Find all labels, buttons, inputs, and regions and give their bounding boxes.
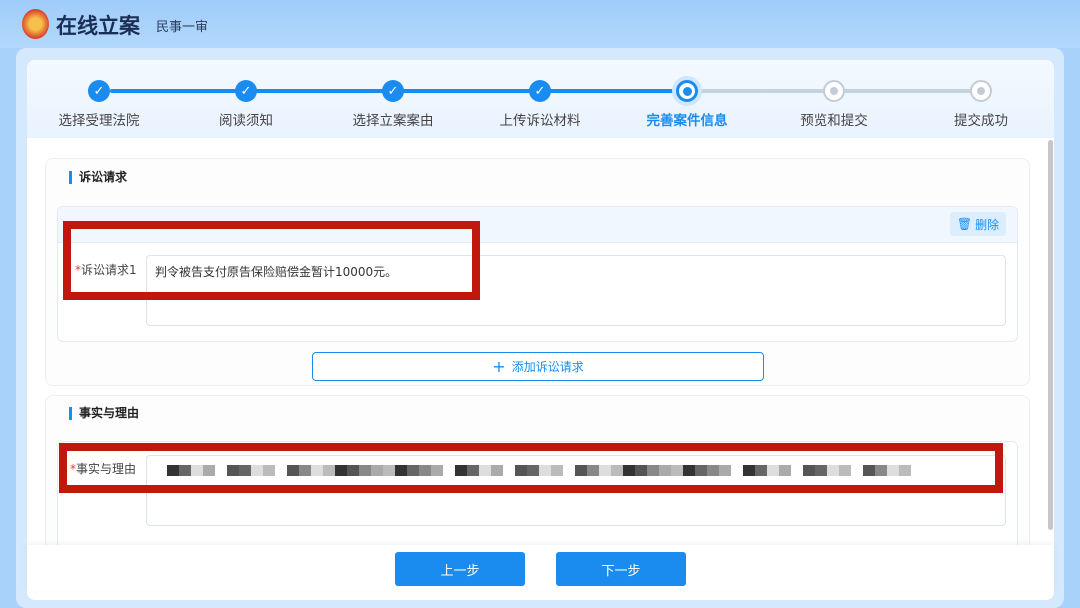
- facts-section-title: 事实与理由: [69, 407, 139, 420]
- annotation-box-claim: [63, 221, 480, 300]
- step-dot-icon: [676, 80, 698, 102]
- check-icon: ✓: [88, 80, 110, 102]
- step-dot-icon: [970, 80, 992, 102]
- delete-claim-button[interactable]: 🗑 删除: [950, 212, 1006, 236]
- footer-bar: [27, 545, 1054, 591]
- prev-step-button[interactable]: 上一步: [395, 552, 525, 586]
- step-dot-icon: [823, 80, 845, 102]
- scrollbar[interactable]: [1048, 140, 1053, 530]
- step-label: 提交成功: [954, 113, 1008, 129]
- check-icon: ✓: [235, 80, 257, 102]
- trash-icon: 🗑: [956, 217, 973, 231]
- check-icon: ✓: [529, 80, 551, 102]
- annotation-box-facts: [59, 443, 1003, 493]
- app-title: 在线立案: [56, 14, 140, 38]
- step-label: 上传诉讼材料: [499, 113, 581, 129]
- case-type: 民事一审: [156, 20, 209, 35]
- claims-section-title: 诉讼请求: [69, 171, 127, 184]
- step-progress-line: [110, 89, 698, 93]
- step-label: 选择立案案由: [352, 113, 434, 129]
- step-label: 选择受理法院: [58, 113, 140, 129]
- add-claim-button[interactable]: + 添加诉讼请求: [312, 352, 764, 381]
- court-emblem-logo: [22, 9, 49, 39]
- check-icon: ✓: [382, 80, 404, 102]
- step-label: 完善案件信息: [646, 113, 728, 129]
- next-step-button[interactable]: 下一步: [556, 552, 686, 586]
- add-claim-label: 添加诉讼请求: [511, 360, 584, 374]
- delete-label: 删除: [975, 217, 1000, 232]
- step-label: 阅读须知: [219, 113, 273, 129]
- plus-icon: +: [492, 357, 506, 376]
- step-label: 预览和提交: [800, 113, 868, 129]
